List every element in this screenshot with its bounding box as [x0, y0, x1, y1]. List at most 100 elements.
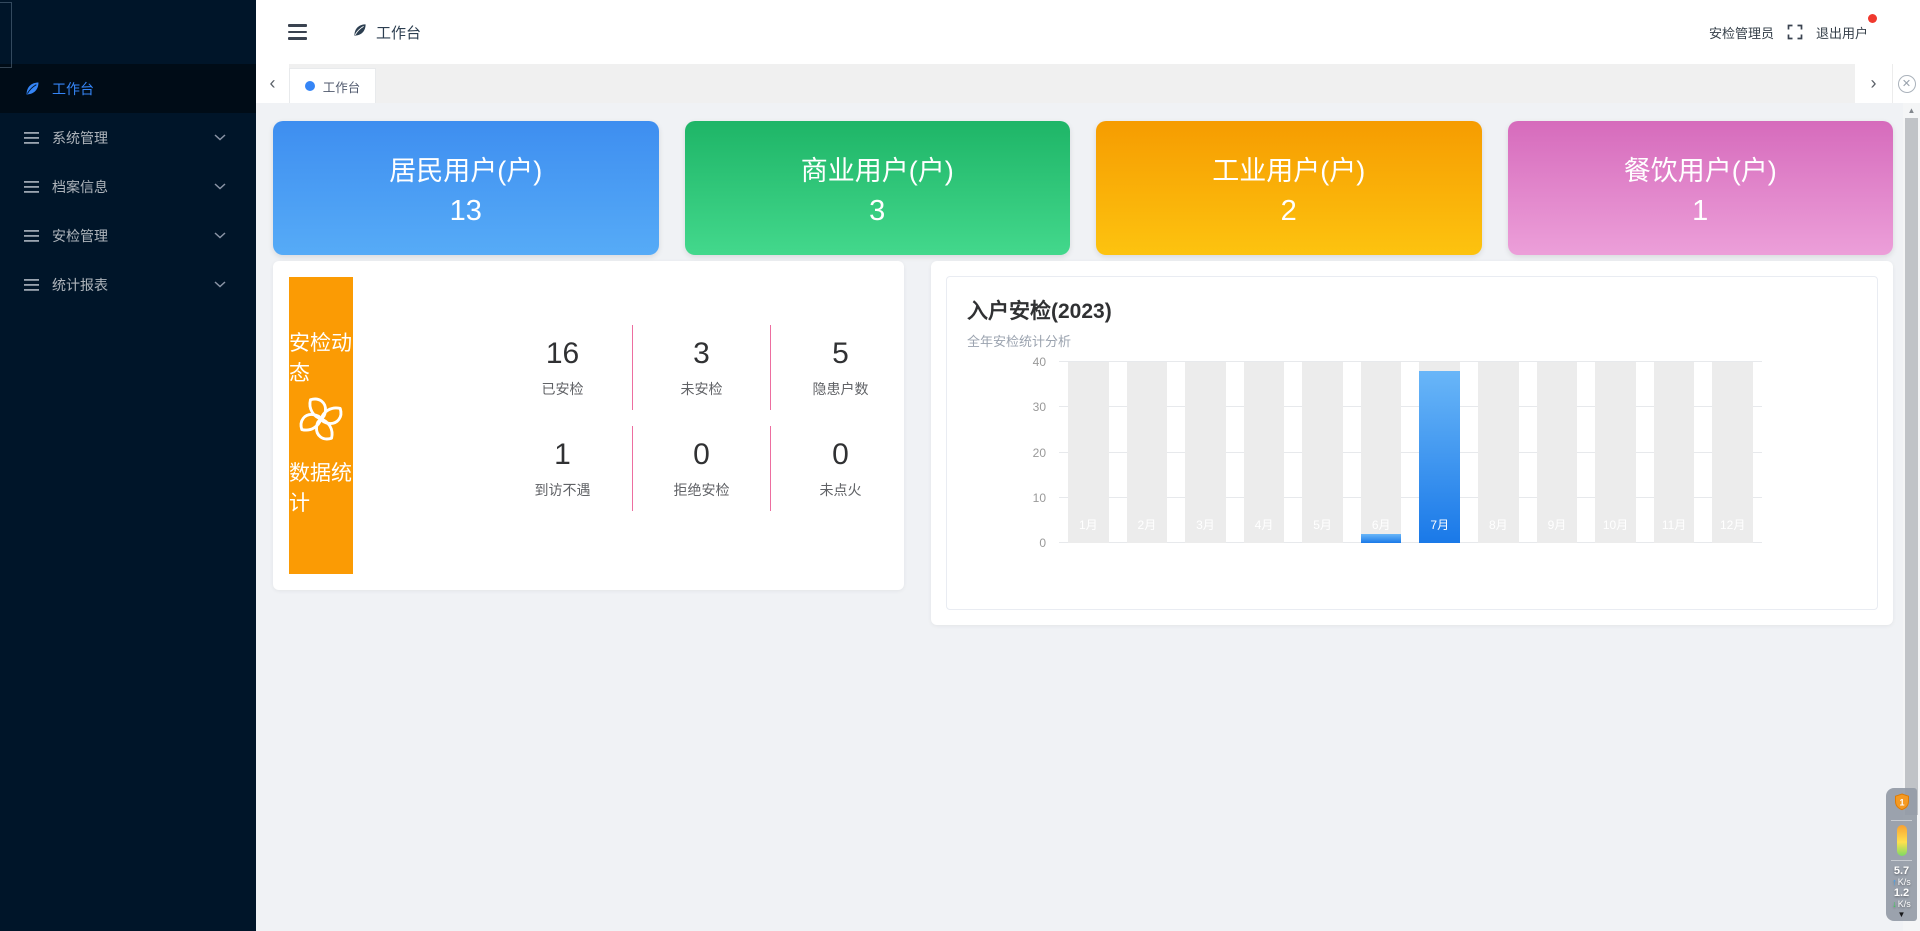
- card-commercial-users[interactable]: 商业用户(户) 3: [685, 121, 1071, 255]
- stat-hazard-households: 5 隐患户数: [771, 325, 910, 410]
- chart-band-2月: 2月: [1127, 362, 1168, 543]
- widget-divider: [1891, 860, 1913, 861]
- stat-value: 0: [693, 438, 710, 472]
- x-axis-month-label: 7月: [1413, 516, 1466, 533]
- y-axis-tick-label: 10: [1033, 491, 1046, 505]
- list-icon: [24, 230, 41, 242]
- stat-label: 未点火: [820, 480, 862, 500]
- current-user-label: 安检管理员: [1709, 23, 1774, 42]
- chart-card: 入户安检(2023) 全年安检统计分析 0102030401月2月3月4月5月6…: [946, 276, 1878, 610]
- stat-visit-missed: 1 到访不遇: [493, 426, 632, 511]
- card-value: 3: [869, 195, 885, 228]
- widget-divider: [1891, 820, 1913, 821]
- chart-band-8月: 8月: [1478, 362, 1519, 543]
- chevron-down-icon: [214, 183, 226, 190]
- chart-title: 入户安检(2023): [967, 295, 1857, 325]
- tab-workbench[interactable]: 工作台: [289, 68, 376, 103]
- stat-value: 0: [832, 438, 849, 472]
- chart-band-4月: 4月: [1244, 362, 1285, 543]
- x-axis-month-label: 1月: [1062, 516, 1115, 533]
- stat-not-inspected: 3 未安检: [632, 325, 771, 410]
- chart-band-5月: 5月: [1302, 362, 1343, 543]
- stats-side-banner: 安检动态 数据统计: [289, 277, 353, 574]
- caret-down-icon: ▼: [1898, 910, 1906, 919]
- chart-panel: 入户安检(2023) 全年安检统计分析 0102030401月2月3月4月5月6…: [931, 261, 1893, 625]
- x-axis-month-label: 3月: [1179, 516, 1232, 533]
- sidebar-item-system[interactable]: 系统管理: [0, 113, 256, 162]
- sidebar-item-archives[interactable]: 档案信息: [0, 162, 256, 211]
- list-icon: [24, 181, 41, 193]
- upload-speed-value: 5.7: [1894, 865, 1909, 877]
- sidebar-item-inspection[interactable]: 安检管理: [0, 211, 256, 260]
- net-speed-overlay-widget[interactable]: 1 5.7 ↑ K/s 1.2 ↓ K/s ▼: [1886, 788, 1917, 921]
- y-axis-tick-label: 20: [1033, 446, 1046, 460]
- tabbar: ‹ 工作台 › ✕: [256, 64, 1920, 103]
- chart-bands: 1月2月3月4月5月6月7月8月9月10月11月12月: [1059, 362, 1762, 543]
- x-axis-month-label: 2月: [1121, 516, 1174, 533]
- scrollbar-thumb[interactable]: [1905, 118, 1918, 815]
- chart-band-3月: 3月: [1185, 362, 1226, 543]
- list-icon: [24, 132, 41, 144]
- tabs-scroll-left-button[interactable]: ‹: [256, 64, 289, 103]
- x-axis-month-label: 9月: [1531, 516, 1584, 533]
- stat-value: 5: [832, 337, 849, 371]
- panels-row: 安检动态 数据统计: [273, 261, 1893, 625]
- upload-speed-unit: ↑ K/s: [1892, 877, 1911, 887]
- sidebar-item-reports[interactable]: 统计报表: [0, 260, 256, 309]
- stat-not-ignited: 0 未点火: [771, 426, 910, 511]
- inspection-stats-panel: 安检动态 数据统计: [273, 261, 904, 590]
- banner-top-label: 安检动态: [289, 327, 353, 387]
- topbar-right: 安检管理员 退出用户: [1709, 23, 1868, 42]
- logout-button[interactable]: 退出用户: [1816, 23, 1868, 42]
- list-icon: [24, 279, 41, 291]
- stat-label: 拒绝安检: [674, 480, 730, 500]
- topbar: 工作台 安检管理员 退出用户: [256, 0, 1920, 64]
- chart-band-12月: 12月: [1712, 362, 1753, 543]
- card-title: 商业用户(户): [801, 149, 954, 188]
- scroll-up-arrow-icon[interactable]: ▲: [1903, 106, 1920, 115]
- x-axis-month-label: 6月: [1355, 516, 1408, 533]
- temperature-gauge-icon: [1897, 825, 1907, 856]
- sidebar-item-label: 安检管理: [52, 226, 108, 246]
- fullscreen-icon[interactable]: [1787, 24, 1803, 40]
- main-column: 工作台 安检管理员 退出用户 ‹ 工作台: [256, 0, 1920, 931]
- shield-badge-icon: 1: [1893, 793, 1911, 816]
- main-content: 居民用户(户) 13 商业用户(户) 3 工业用户(户) 2 餐饮用户(户) 1: [256, 103, 1920, 931]
- card-title: 工业用户(户): [1212, 149, 1365, 188]
- x-axis-month-label: 8月: [1472, 516, 1525, 533]
- sidebar-menu: 工作台 系统管理 档案信息: [0, 64, 256, 309]
- chart-subtitle: 全年安检统计分析: [967, 331, 1857, 350]
- app-layout: 工作台 系统管理 档案信息: [0, 0, 1920, 931]
- card-industrial-users[interactable]: 工业用户(户) 2: [1096, 121, 1482, 255]
- card-resident-users[interactable]: 居民用户(户) 13: [273, 121, 659, 255]
- y-axis-tick-label: 40: [1033, 355, 1046, 369]
- page-title: 工作台: [376, 22, 421, 43]
- tab-strip: 工作台: [289, 64, 1855, 103]
- x-axis-month-label: 10月: [1589, 516, 1642, 533]
- y-axis-tick-label: 30: [1033, 400, 1046, 414]
- chart-band-10月: 10月: [1595, 362, 1636, 543]
- tabs-scroll-right-button[interactable]: ›: [1855, 64, 1892, 103]
- card-catering-users[interactable]: 餐饮用户(户) 1: [1508, 121, 1894, 255]
- value-bar: [1361, 534, 1402, 543]
- download-speed-unit: ↓ K/s: [1892, 899, 1911, 909]
- sidebar-item-label: 工作台: [52, 79, 94, 99]
- stat-value: 16: [546, 337, 579, 371]
- stat-label: 到访不遇: [535, 480, 591, 500]
- chart-band-7月: 7月: [1419, 362, 1460, 543]
- chart-band-1月: 1月: [1068, 362, 1109, 543]
- sidebar-item-label: 统计报表: [52, 275, 108, 295]
- stat-cards-row: 居民用户(户) 13 商业用户(户) 3 工业用户(户) 2 餐饮用户(户) 1: [273, 121, 1893, 255]
- card-value: 13: [450, 195, 482, 228]
- stat-label: 隐患户数: [813, 379, 869, 399]
- stat-label: 已安检: [542, 379, 584, 399]
- stat-label: 未安检: [681, 379, 723, 399]
- card-value: 1: [1692, 195, 1708, 228]
- stats-grid: 16 已安检 3 未安检 5 隐患户数 1 到访: [493, 325, 910, 574]
- arrow-down-icon: ↓: [1892, 899, 1897, 909]
- leaf-icon: [24, 80, 41, 97]
- close-all-tabs-button[interactable]: ✕: [1892, 64, 1920, 103]
- sidebar-item-workbench[interactable]: 工作台: [0, 64, 256, 113]
- menu-collapse-button[interactable]: [288, 24, 307, 40]
- stat-value: 3: [693, 337, 710, 371]
